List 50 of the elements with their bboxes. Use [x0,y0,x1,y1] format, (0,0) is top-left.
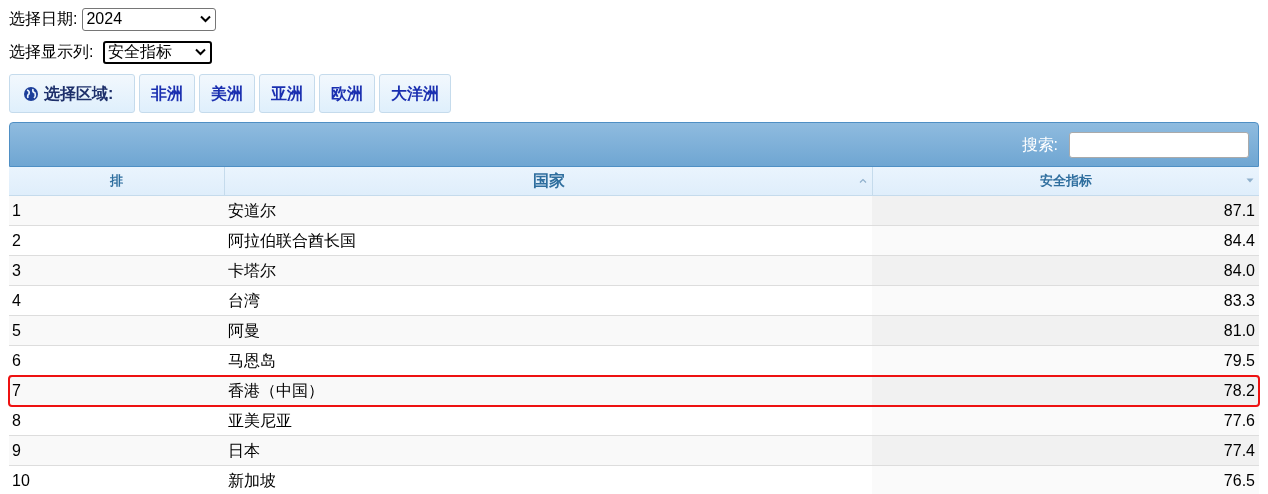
date-label: 选择日期: [9,9,78,29]
sort-up-icon [859,178,867,183]
sort-down-icon [1246,178,1254,183]
region-button[interactable]: 非洲 [139,74,195,113]
region-button[interactable]: 欧洲 [319,74,375,113]
globe-icon [23,85,39,102]
rank-cell-text: 7 [11,380,22,401]
region-button[interactable]: 亚洲 [259,74,315,113]
country-cell-text: 安道尔 [227,200,277,221]
chevron-down-icon [195,48,207,56]
search-field[interactable] [1069,131,1249,158]
column-header[interactable]: 安全指标 [872,167,1259,195]
region-label: 选择区域: [44,83,114,104]
column-select[interactable]: 安全指标 [103,40,213,64]
rank-cell-text: 1 [11,200,22,221]
country-cell-text: 亚美尼亚 [227,410,293,431]
value-cell: 77.4 [872,436,1259,465]
rank-cell-text: 5 [11,320,22,341]
country-cell-text: 日本 [227,440,261,461]
rank-cell-text: 8 [11,410,22,431]
country-cell-text: 卡塔尔 [227,260,277,281]
country-cell-text: 阿曼 [227,320,261,341]
value-cell: 76.5 [872,466,1259,494]
country-cell-text: 台湾 [227,290,261,311]
column-header[interactable]: 排 [9,167,224,195]
rank-cell-text: 9 [11,440,22,461]
rank-cell-text: 2 [11,230,22,251]
column-label: 选择显示列: [9,42,94,62]
column-header[interactable]: 国家 [224,167,872,195]
country-cell-text: 香港（中国） [227,380,325,401]
value-cell: 79.5 [872,346,1259,375]
rank-cell-text: 4 [11,290,22,311]
region-button[interactable]: 大洋洲 [379,74,451,113]
country-cell-text: 阿拉伯联合酋长国 [227,230,357,251]
value-cell: 77.6 [872,406,1259,435]
rank-cell-text: 10 [11,470,31,491]
rank-cell-text: 6 [11,350,22,371]
region-button[interactable]: 美洲 [199,74,255,113]
value-cell: 78.2 [872,376,1259,405]
rank-cell-text: 3 [11,260,22,281]
value-cell: 81.0 [872,316,1259,345]
search-label: 搜索: [1021,134,1058,155]
value-cell: 83.3 [872,286,1259,315]
value-cell: 84.0 [872,256,1259,285]
year-select[interactable]: 2024 [82,7,217,31]
country-cell-text: 马恩岛 [227,350,277,371]
value-cell: 84.4 [872,226,1259,255]
value-cell: 87.1 [872,196,1259,225]
chevron-down-icon [200,15,212,23]
country-cell-text: 新加坡 [227,470,277,491]
